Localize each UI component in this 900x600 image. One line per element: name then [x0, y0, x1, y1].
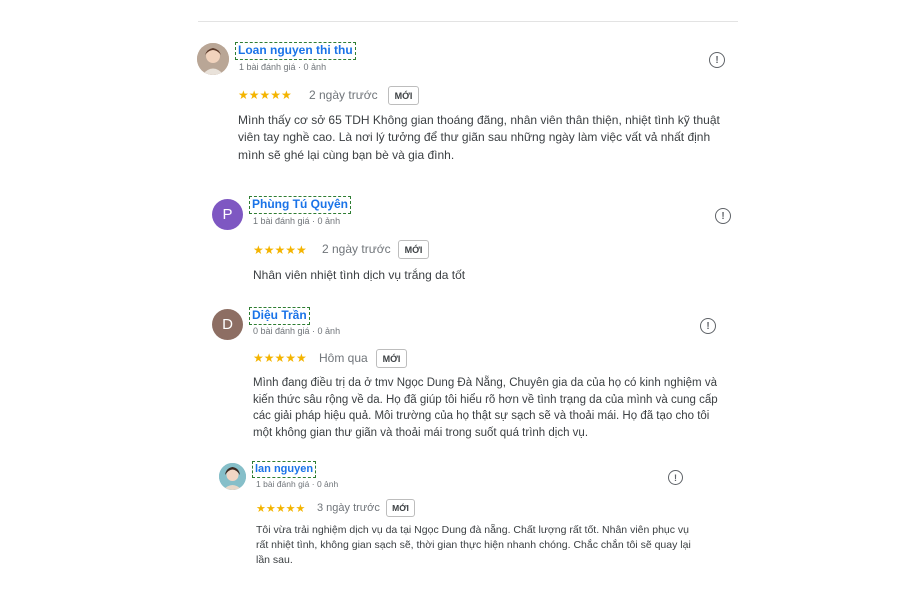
review-date: 3 ngày trước	[317, 502, 380, 514]
avatar[interactable]	[219, 463, 246, 490]
star-rating: ★★★★★	[253, 243, 307, 257]
new-badge: MỚI	[386, 499, 415, 517]
user-photo-icon	[197, 43, 229, 75]
report-flag-icon[interactable]: !	[700, 318, 716, 334]
review-text: Mình thấy cơ sở 65 TDH Không gian thoáng…	[238, 113, 720, 162]
avatar-letter: P	[222, 206, 233, 223]
avatar[interactable]	[197, 43, 229, 75]
reviewer-meta: 1 bài đánh giá · 0 ảnh	[253, 216, 341, 226]
reviewer-name[interactable]: lan nguyen	[252, 461, 317, 478]
star-rating: ★★★★★	[253, 351, 307, 365]
user-photo-icon	[219, 463, 246, 490]
avatar[interactable]: P	[212, 199, 243, 230]
top-divider	[198, 21, 738, 22]
review-date: 2 ngày trước	[322, 242, 391, 256]
review-date: Hôm qua	[319, 351, 368, 365]
avatar-letter: D	[222, 316, 233, 333]
review-date: 2 ngày trước	[309, 88, 378, 102]
star-rating: ★★★★★	[238, 88, 292, 102]
reviewer-meta: 1 bài đánh giá · 0 ảnh	[239, 62, 327, 72]
reviewer-name[interactable]: Phùng Tú Quyên	[249, 196, 351, 214]
reviewer-name[interactable]: Diệu Trần	[249, 307, 310, 325]
avatar[interactable]: D	[212, 309, 243, 340]
report-flag-icon[interactable]: !	[668, 470, 683, 485]
reviewer-meta: 1 bài đánh giá · 0 ảnh	[256, 479, 339, 489]
star-rating: ★★★★★	[256, 503, 306, 515]
reviewer-name[interactable]: Loan nguyen thi thu	[235, 42, 356, 60]
review-text: Tôi vừa trải nghiệm dịch vụ da tại Ngọc …	[256, 524, 691, 567]
report-flag-icon[interactable]: !	[709, 52, 725, 68]
new-badge: MỚI	[388, 86, 419, 105]
new-badge: MỚI	[398, 240, 429, 259]
review-text: Mình đang điều trị da ở tmv Ngọc Dung Đà…	[253, 377, 718, 440]
review-text: Nhân viên nhiệt tình dịch vụ trắng da tố…	[253, 268, 466, 282]
new-badge: MỚI	[376, 349, 407, 368]
report-flag-icon[interactable]: !	[715, 208, 731, 224]
reviewer-meta: 0 bài đánh giá · 0 ảnh	[253, 326, 341, 336]
